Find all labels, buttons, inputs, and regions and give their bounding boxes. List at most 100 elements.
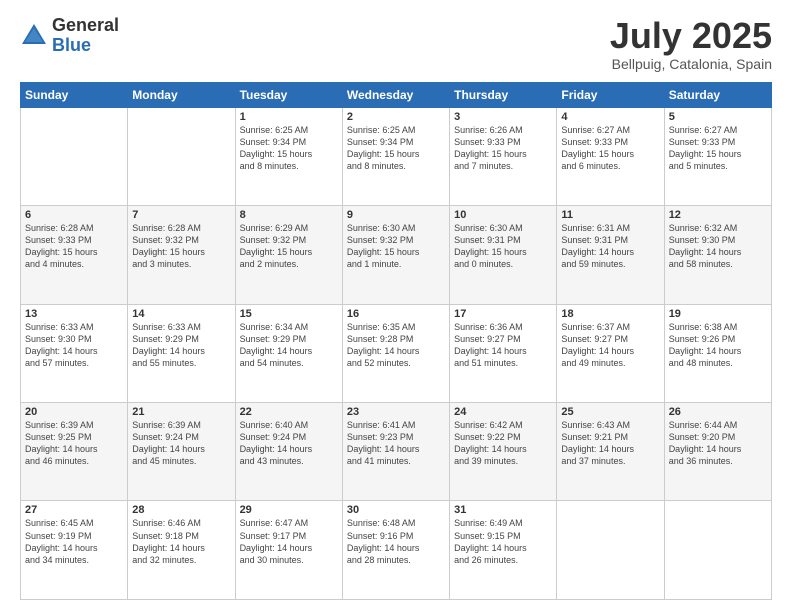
day-number: 16 xyxy=(347,308,445,320)
table-row: 30Sunrise: 6:48 AMSunset: 9:16 PMDayligh… xyxy=(342,501,449,600)
calendar-week-row: 27Sunrise: 6:45 AMSunset: 9:19 PMDayligh… xyxy=(21,501,772,600)
table-row xyxy=(664,501,771,600)
day-number: 25 xyxy=(561,406,659,418)
day-number: 27 xyxy=(25,504,123,516)
table-row xyxy=(21,107,128,205)
day-info: Sunrise: 6:26 AMSunset: 9:33 PMDaylight:… xyxy=(454,124,552,173)
day-number: 23 xyxy=(347,406,445,418)
table-row: 1Sunrise: 6:25 AMSunset: 9:34 PMDaylight… xyxy=(235,107,342,205)
page: General Blue July 2025 Bellpuig, Catalon… xyxy=(0,0,792,612)
calendar-table: Sunday Monday Tuesday Wednesday Thursday… xyxy=(20,82,772,600)
day-info: Sunrise: 6:33 AMSunset: 9:30 PMDaylight:… xyxy=(25,321,123,370)
table-row: 25Sunrise: 6:43 AMSunset: 9:21 PMDayligh… xyxy=(557,403,664,501)
day-number: 5 xyxy=(669,111,767,123)
header-wednesday: Wednesday xyxy=(342,82,449,107)
table-row: 18Sunrise: 6:37 AMSunset: 9:27 PMDayligh… xyxy=(557,304,664,402)
table-row xyxy=(557,501,664,600)
day-number: 14 xyxy=(132,308,230,320)
table-row: 6Sunrise: 6:28 AMSunset: 9:33 PMDaylight… xyxy=(21,206,128,304)
day-number: 24 xyxy=(454,406,552,418)
header-sunday: Sunday xyxy=(21,82,128,107)
table-row: 31Sunrise: 6:49 AMSunset: 9:15 PMDayligh… xyxy=(450,501,557,600)
table-row: 5Sunrise: 6:27 AMSunset: 9:33 PMDaylight… xyxy=(664,107,771,205)
day-number: 20 xyxy=(25,406,123,418)
table-row: 12Sunrise: 6:32 AMSunset: 9:30 PMDayligh… xyxy=(664,206,771,304)
day-info: Sunrise: 6:36 AMSunset: 9:27 PMDaylight:… xyxy=(454,321,552,370)
day-number: 10 xyxy=(454,209,552,221)
day-info: Sunrise: 6:33 AMSunset: 9:29 PMDaylight:… xyxy=(132,321,230,370)
day-info: Sunrise: 6:43 AMSunset: 9:21 PMDaylight:… xyxy=(561,419,659,468)
day-info: Sunrise: 6:25 AMSunset: 9:34 PMDaylight:… xyxy=(347,124,445,173)
day-number: 19 xyxy=(669,308,767,320)
day-number: 9 xyxy=(347,209,445,221)
weekday-header-row: Sunday Monday Tuesday Wednesday Thursday… xyxy=(21,82,772,107)
header-monday: Monday xyxy=(128,82,235,107)
day-number: 15 xyxy=(240,308,338,320)
day-number: 21 xyxy=(132,406,230,418)
calendar-week-row: 1 Sunrise: 6:25 AMSunset: 9:34 PMDaylight… xyxy=(21,107,772,205)
table-row: 14Sunrise: 6:33 AMSunset: 9:29 PMDayligh… xyxy=(128,304,235,402)
day-number: 17 xyxy=(454,308,552,320)
table-row: 7Sunrise: 6:28 AMSunset: 9:32 PMDaylight… xyxy=(128,206,235,304)
day-number: 12 xyxy=(669,209,767,221)
day-info: Sunrise: 6:27 AMSunset: 9:33 PMDaylight:… xyxy=(561,124,659,173)
logo-blue: Blue xyxy=(52,36,119,56)
day-number: 30 xyxy=(347,504,445,516)
day-number: 11 xyxy=(561,209,659,221)
day-info: Sunrise: 6:40 AMSunset: 9:24 PMDaylight:… xyxy=(240,419,338,468)
table-row: 29Sunrise: 6:47 AMSunset: 9:17 PMDayligh… xyxy=(235,501,342,600)
day-number: 13 xyxy=(25,308,123,320)
day-info: Sunrise: 6:31 AMSunset: 9:31 PMDaylight:… xyxy=(561,222,659,271)
table-row: 22Sunrise: 6:40 AMSunset: 9:24 PMDayligh… xyxy=(235,403,342,501)
day-number: 18 xyxy=(561,308,659,320)
day-info: Sunrise: 6:34 AMSunset: 9:29 PMDaylight:… xyxy=(240,321,338,370)
day-number: 3 xyxy=(454,111,552,123)
table-row: 13Sunrise: 6:33 AMSunset: 9:30 PMDayligh… xyxy=(21,304,128,402)
day-number: 4 xyxy=(561,111,659,123)
month-title: July 2025 xyxy=(610,16,772,56)
table-row: 2Sunrise: 6:25 AMSunset: 9:34 PMDaylight… xyxy=(342,107,449,205)
table-row: 27Sunrise: 6:45 AMSunset: 9:19 PMDayligh… xyxy=(21,501,128,600)
day-info: Sunrise: 6:28 AMSunset: 9:32 PMDaylight:… xyxy=(132,222,230,271)
calendar-week-row: 6Sunrise: 6:28 AMSunset: 9:33 PMDaylight… xyxy=(21,206,772,304)
day-number: 1 xyxy=(240,111,338,123)
day-info: Sunrise: 6:30 AMSunset: 9:32 PMDaylight:… xyxy=(347,222,445,271)
day-info: Sunrise: 6:29 AMSunset: 9:32 PMDaylight:… xyxy=(240,222,338,271)
day-info: Sunrise: 6:46 AMSunset: 9:18 PMDaylight:… xyxy=(132,517,230,566)
header-friday: Friday xyxy=(557,82,664,107)
header-thursday: Thursday xyxy=(450,82,557,107)
day-info: Sunrise: 6:49 AMSunset: 9:15 PMDaylight:… xyxy=(454,517,552,566)
calendar-week-row: 13Sunrise: 6:33 AMSunset: 9:30 PMDayligh… xyxy=(21,304,772,402)
logo-text: General Blue xyxy=(52,16,119,56)
table-row: 23Sunrise: 6:41 AMSunset: 9:23 PMDayligh… xyxy=(342,403,449,501)
table-row: 24Sunrise: 6:42 AMSunset: 9:22 PMDayligh… xyxy=(450,403,557,501)
table-row: 21Sunrise: 6:39 AMSunset: 9:24 PMDayligh… xyxy=(128,403,235,501)
day-number: 6 xyxy=(25,209,123,221)
table-row: 16Sunrise: 6:35 AMSunset: 9:28 PMDayligh… xyxy=(342,304,449,402)
day-info: Sunrise: 6:44 AMSunset: 9:20 PMDaylight:… xyxy=(669,419,767,468)
day-info: Sunrise: 6:28 AMSunset: 9:33 PMDaylight:… xyxy=(25,222,123,271)
day-info: Sunrise: 6:48 AMSunset: 9:16 PMDaylight:… xyxy=(347,517,445,566)
day-number: 28 xyxy=(132,504,230,516)
day-info: Sunrise: 6:42 AMSunset: 9:22 PMDaylight:… xyxy=(454,419,552,468)
day-info: Sunrise: 6:47 AMSunset: 9:17 PMDaylight:… xyxy=(240,517,338,566)
day-number: 26 xyxy=(669,406,767,418)
day-number: 29 xyxy=(240,504,338,516)
day-info: Sunrise: 6:45 AMSunset: 9:19 PMDaylight:… xyxy=(25,517,123,566)
header: General Blue July 2025 Bellpuig, Catalon… xyxy=(20,16,772,72)
logo: General Blue xyxy=(20,16,119,56)
table-row: 11Sunrise: 6:31 AMSunset: 9:31 PMDayligh… xyxy=(557,206,664,304)
logo-icon xyxy=(20,22,48,50)
table-row: 19Sunrise: 6:38 AMSunset: 9:26 PMDayligh… xyxy=(664,304,771,402)
day-info: Sunrise: 6:32 AMSunset: 9:30 PMDaylight:… xyxy=(669,222,767,271)
logo-general: General xyxy=(52,16,119,36)
calendar-week-row: 20Sunrise: 6:39 AMSunset: 9:25 PMDayligh… xyxy=(21,403,772,501)
table-row: 8Sunrise: 6:29 AMSunset: 9:32 PMDaylight… xyxy=(235,206,342,304)
day-info: Sunrise: 6:38 AMSunset: 9:26 PMDaylight:… xyxy=(669,321,767,370)
day-info: Sunrise: 6:39 AMSunset: 9:25 PMDaylight:… xyxy=(25,419,123,468)
day-number: 2 xyxy=(347,111,445,123)
table-row: 9Sunrise: 6:30 AMSunset: 9:32 PMDaylight… xyxy=(342,206,449,304)
table-row: 17Sunrise: 6:36 AMSunset: 9:27 PMDayligh… xyxy=(450,304,557,402)
table-row: 4Sunrise: 6:27 AMSunset: 9:33 PMDaylight… xyxy=(557,107,664,205)
table-row: 15Sunrise: 6:34 AMSunset: 9:29 PMDayligh… xyxy=(235,304,342,402)
